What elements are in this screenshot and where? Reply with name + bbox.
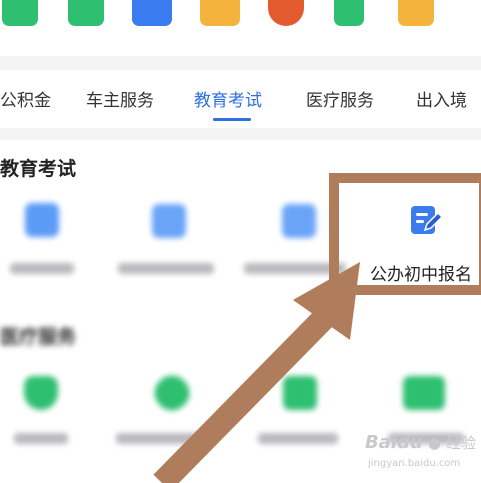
paw-logo-icon: ● xyxy=(427,434,441,452)
watermark-url: jingyan.baidu.com xyxy=(368,458,461,469)
annotation-arrow-icon xyxy=(153,262,360,483)
watermark-brand: Baidu xyxy=(365,432,423,453)
watermark-brand-cn: 经验 xyxy=(446,434,477,452)
watermark: Baidu ● 经验 xyxy=(365,432,476,453)
